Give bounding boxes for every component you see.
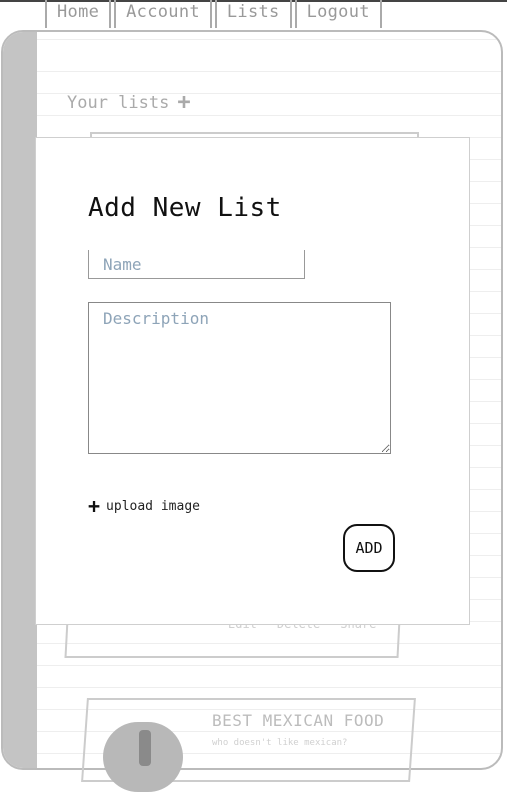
nav-account[interactable]: Account [114, 0, 212, 28]
nav-lists[interactable]: Lists [214, 0, 292, 28]
list-card-title: BEST MEXICAN FOOD [212, 711, 385, 730]
list-card-image [103, 722, 183, 792]
add-button[interactable]: ADD [343, 524, 395, 572]
upload-image-link[interactable]: + upload image [88, 496, 200, 516]
notebook-binding [3, 32, 37, 768]
name-input[interactable] [88, 250, 305, 279]
upload-image-label: upload image [106, 498, 200, 514]
plus-icon: + [88, 494, 101, 518]
add-list-plus-icon[interactable]: + [177, 92, 190, 114]
add-list-modal: Add New List + upload image ADD [35, 137, 470, 625]
your-lists-header: Your lists + [67, 92, 191, 114]
your-lists-title: Your lists [67, 93, 170, 113]
modal-title: Add New List [88, 193, 282, 223]
list-card-description: who doesn't like mexican? [212, 738, 348, 748]
nav-home[interactable]: Home [45, 0, 112, 28]
main-nav: Home Account Lists Logout [45, 0, 385, 28]
nav-logout[interactable]: Logout [294, 0, 382, 28]
description-textarea[interactable] [88, 302, 391, 454]
